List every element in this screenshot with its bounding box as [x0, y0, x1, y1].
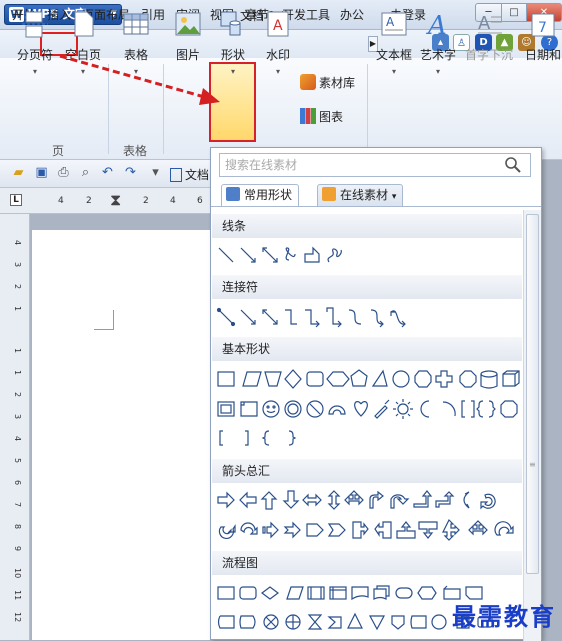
vertical-ruler-tick: 2 [13, 392, 22, 398]
vertical-ruler-tick: 5 [13, 458, 22, 464]
picture-icon [175, 12, 201, 36]
shapes-connectors-row[interactable] [215, 304, 523, 332]
vertical-ruler-tick: 1 [13, 348, 22, 354]
shapes-arrows-row-2[interactable] [215, 517, 523, 545]
online-material-icon [322, 187, 336, 201]
annotation-arrow [59, 54, 220, 105]
chart-icon [300, 108, 316, 124]
dropcap-icon: A [478, 13, 502, 34]
watermark-icon: A [267, 11, 289, 37]
tab-office[interactable]: 办公 [340, 6, 364, 23]
document-page[interactable] [32, 230, 210, 640]
shape-gallery-dropdown: 搜索在线素材 常用形状 在线素材 ▾ 线条 连接符 基本形状 箭头总汇 流程图 … [210, 147, 542, 641]
chart-button[interactable]: 图表 [300, 108, 343, 125]
group-label-page: 页 [52, 144, 65, 158]
shapes-basic-row-1[interactable] [215, 366, 523, 394]
redo-icon[interactable]: ↷ [122, 164, 139, 181]
shape-tab-icon [226, 187, 240, 201]
watermark-text: 最需教育 [452, 602, 556, 631]
textbox-button[interactable]: A 文本框 ▾ [372, 3, 416, 93]
gallery-scrollbar[interactable]: ≡ [523, 210, 541, 641]
tab-online-material[interactable]: 在线素材 ▾ [317, 184, 404, 206]
customize-toolbar-icon[interactable]: ▾ [147, 164, 164, 181]
vertical-ruler-tick: 3 [13, 262, 22, 268]
vertical-ruler-tick: 7 [13, 502, 22, 508]
table-icon [123, 13, 149, 35]
tab-common-shapes[interactable]: 常用形状 [221, 184, 300, 206]
svg-text:A: A [426, 11, 447, 39]
print-preview-icon[interactable]: ⌕ [77, 164, 94, 181]
shapes-basic-row-2[interactable] [215, 396, 523, 424]
horizontal-ruler[interactable] [0, 188, 210, 214]
shapes-lines-row[interactable] [215, 242, 523, 270]
doc-icon [170, 168, 182, 182]
svg-text:A: A [386, 15, 395, 29]
open-icon[interactable]: ▰ [10, 164, 27, 181]
chevron-down-icon: ▾ [391, 192, 397, 202]
category-lines: 线条 [212, 214, 522, 238]
wordart-icon: A [426, 11, 447, 41]
date-button[interactable]: 7 日期和 [523, 3, 562, 93]
textbox-icon: A [381, 12, 407, 36]
page-break-icon [22, 11, 48, 38]
svg-text:A: A [273, 18, 283, 34]
vertical-ruler-tick: 8 [13, 524, 22, 530]
material-library-icon [300, 74, 316, 90]
doc-tab[interactable]: 文档 [170, 166, 209, 183]
shapes-basic-row-3[interactable] [215, 425, 523, 453]
vertical-ruler-tick: 1 [13, 370, 22, 376]
svg-text:A: A [478, 13, 491, 34]
undo-icon[interactable]: ↶ [99, 164, 116, 181]
save-icon[interactable]: ▣ [33, 164, 50, 181]
page-break-button[interactable]: 分页符 ▾ [12, 3, 58, 93]
vertical-ruler-tick: 4 [13, 240, 22, 246]
vertical-ruler-tick: 4 [13, 436, 22, 442]
vertical-ruler-tick: 12 [13, 612, 22, 623]
dropcap-button[interactable]: A 首字下沉 [463, 3, 515, 93]
tab-stop-selector[interactable]: L [10, 194, 22, 206]
svg-text:7: 7 [538, 20, 547, 36]
category-flowchart: 流程图 [212, 551, 522, 575]
category-arrows: 箭头总汇 [212, 459, 522, 483]
vertical-ruler-tick: 1 [13, 306, 22, 312]
vertical-ruler-tick: 6 [13, 480, 22, 486]
watermark-button[interactable]: A 水印 ▾ [260, 3, 296, 93]
scrollbar-thumb[interactable] [526, 214, 539, 574]
search-icon[interactable] [504, 156, 522, 174]
vertical-ruler-tick: 9 [13, 546, 22, 552]
group-label-table: 表格 [123, 144, 148, 158]
material-library-button[interactable]: 素材库 [300, 74, 355, 91]
blank-page-icon [74, 11, 94, 37]
category-connectors: 连接符 [212, 275, 522, 299]
vertical-ruler-tick: 10 [13, 568, 22, 579]
calendar-icon: 7 [531, 13, 555, 37]
material-search-input[interactable]: 搜索在线素材 [219, 153, 531, 177]
margin-corner-mark [94, 310, 114, 330]
shapes-arrows-row-1[interactable] [215, 487, 523, 515]
category-basic-shapes: 基本形状 [212, 337, 522, 361]
wordart-button[interactable]: A 艺术字 ▾ [418, 3, 458, 93]
vertical-ruler-tick: 2 [13, 284, 22, 290]
print-icon[interactable]: ⎙ [55, 164, 72, 181]
vertical-ruler-tick: 3 [13, 414, 22, 420]
grip-icon: ≡ [529, 460, 536, 469]
shape-icon [220, 11, 241, 36]
indent-marker-icon[interactable]: ⧗ [110, 192, 121, 208]
vertical-ruler-tick: 11 [13, 590, 22, 601]
